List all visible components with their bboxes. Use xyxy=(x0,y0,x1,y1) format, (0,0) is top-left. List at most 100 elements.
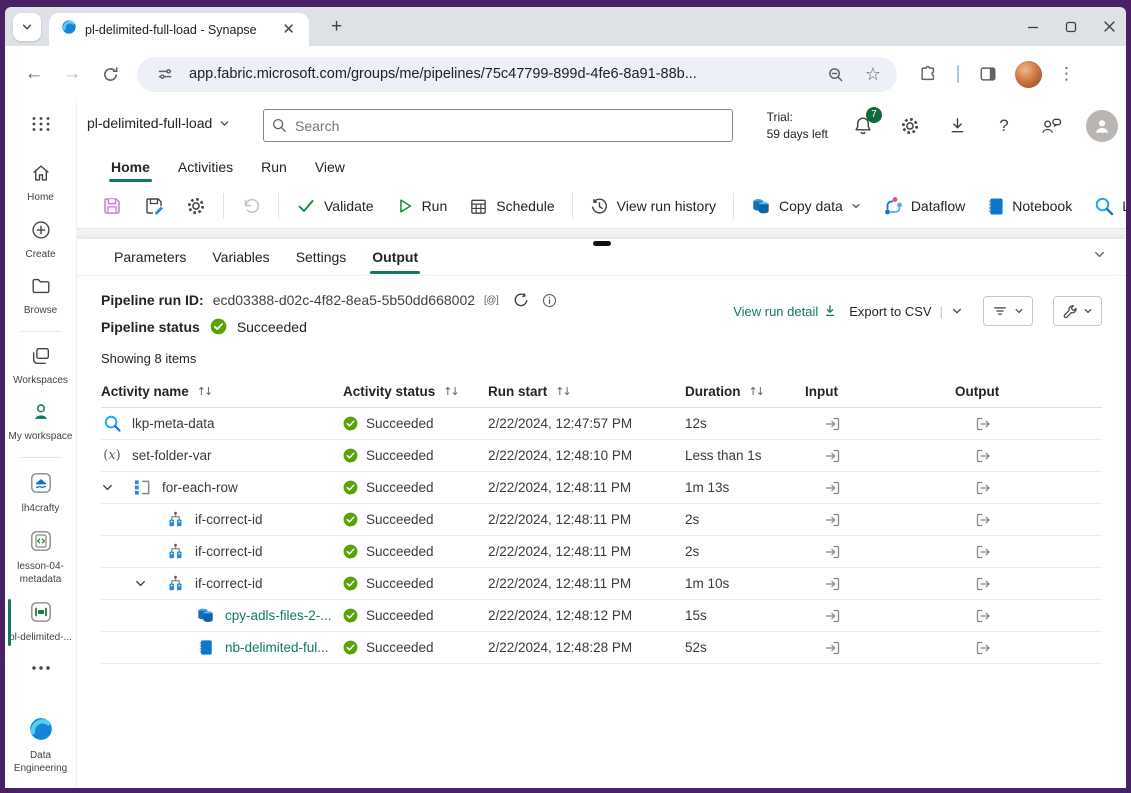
sidebar-item-lesson-04-metadata[interactable]: lesson-04-metadata xyxy=(7,522,75,593)
new-tab-button[interactable]: + xyxy=(323,16,350,38)
export-to-csv-link[interactable]: Export to CSV | xyxy=(849,304,963,319)
close-button[interactable] xyxy=(1103,20,1116,33)
run-button[interactable]: Run xyxy=(385,190,459,222)
feedback-icon[interactable] xyxy=(1039,114,1063,138)
browser-menu-icon[interactable]: ⋮ xyxy=(1052,64,1081,84)
input-icon[interactable] xyxy=(805,416,955,432)
ribbon-tab-activities[interactable]: Activities xyxy=(164,153,247,184)
panel-collapse-icon[interactable] xyxy=(1093,248,1106,266)
expand-chevron-icon[interactable] xyxy=(134,577,164,590)
global-search[interactable] xyxy=(263,109,733,142)
sidebar-item-browse[interactable]: Browse xyxy=(7,268,75,325)
browser-tab[interactable]: pl-delimited-full-load - Synapse ✕ xyxy=(49,13,309,46)
input-icon[interactable] xyxy=(805,480,955,496)
forward-icon[interactable]: → xyxy=(55,57,89,91)
activity-row-lkp-meta-data[interactable]: lkp-meta-dataSucceeded2/22/2024, 12:47:5… xyxy=(101,408,1102,440)
input-icon[interactable] xyxy=(805,640,955,656)
input-icon[interactable] xyxy=(805,448,955,464)
output-icon[interactable] xyxy=(955,608,1102,624)
sidebar-item-workspaces[interactable]: Workspaces xyxy=(7,338,75,395)
activity-row-set-folder-var[interactable]: (x)set-folder-varSucceeded2/22/2024, 12:… xyxy=(101,440,1102,472)
sidebar-item-more[interactable] xyxy=(7,652,75,684)
sidebar-item-data-engineering[interactable]: Data Engineering xyxy=(7,709,75,782)
tab-close-icon[interactable]: ✕ xyxy=(278,20,299,39)
output-icon[interactable] xyxy=(955,480,1102,496)
expand-chevron-icon[interactable] xyxy=(101,481,131,494)
nav-menu-icon[interactable] xyxy=(31,116,51,137)
browser-profile-avatar[interactable] xyxy=(1015,61,1042,88)
sidebar-item-pl-delimited[interactable]: pl-delimited-... xyxy=(7,593,75,652)
info-icon[interactable] xyxy=(542,293,557,308)
view-run-detail-link[interactable]: View run detail xyxy=(733,304,837,319)
column-header-run-start[interactable]: Run start↑↓ xyxy=(488,384,685,399)
input-icon[interactable] xyxy=(805,576,955,592)
tab-search-button[interactable] xyxy=(13,13,41,41)
panel-tab-parameters[interactable]: Parameters xyxy=(101,243,199,275)
ribbon-tab-view[interactable]: View xyxy=(301,153,359,184)
dataflow-button[interactable]: Dataflow xyxy=(872,190,976,222)
activity-row-if-correct-id[interactable]: if-correct-idSucceeded2/22/2024, 12:48:1… xyxy=(101,536,1102,568)
sort-icon[interactable]: ↑↓ xyxy=(197,385,211,398)
sidebar-item-home[interactable]: Home xyxy=(7,155,75,212)
filter-button[interactable] xyxy=(983,296,1033,326)
activity-row-nb-delimited-ful[interactable]: nb-delimited-ful...Succeeded2/22/2024, 1… xyxy=(101,632,1102,664)
column-header-duration[interactable]: Duration↑↓ xyxy=(685,384,805,399)
minimize-button[interactable] xyxy=(1027,21,1039,33)
save-button[interactable] xyxy=(91,190,133,222)
search-input[interactable] xyxy=(295,118,724,134)
column-header-activity-name[interactable]: Activity name↑↓ xyxy=(101,384,343,399)
sort-icon[interactable]: ↑↓ xyxy=(749,385,763,398)
notifications-bell-icon[interactable]: 7 xyxy=(851,114,875,138)
site-settings-icon[interactable] xyxy=(151,66,179,82)
output-icon[interactable] xyxy=(955,512,1102,528)
help-icon[interactable]: ? xyxy=(992,114,1016,138)
activity-row-if-correct-id[interactable]: if-correct-idSucceeded2/22/2024, 12:48:1… xyxy=(101,568,1102,600)
back-icon[interactable]: ← xyxy=(17,57,51,91)
schedule-button[interactable]: Schedule xyxy=(458,190,565,222)
output-icon[interactable] xyxy=(955,448,1102,464)
copy-data-button[interactable]: Copy data xyxy=(740,190,872,222)
input-icon[interactable] xyxy=(805,544,955,560)
view-run-history-button[interactable]: View run history xyxy=(579,190,727,222)
panel-tab-output[interactable]: Output xyxy=(359,243,431,275)
activity-name[interactable]: cpy-adls-files-2-... xyxy=(225,608,332,623)
column-header-activity-status[interactable]: Activity status↑↓ xyxy=(343,384,488,399)
activity-row-if-correct-id[interactable]: if-correct-idSucceeded2/22/2024, 12:48:1… xyxy=(101,504,1102,536)
lookup-button[interactable]: Look xyxy=(1083,190,1126,222)
extensions-icon[interactable] xyxy=(911,57,945,91)
refresh-icon[interactable] xyxy=(513,292,529,308)
pipeline-settings-button[interactable] xyxy=(175,190,217,222)
side-panel-icon[interactable] xyxy=(971,57,1005,91)
artifact-name-dropdown[interactable]: pl-delimited-full-load xyxy=(87,115,230,131)
sort-icon[interactable]: ↑↓ xyxy=(443,385,457,398)
activity-row-cpy-adls-files-2[interactable]: cpy-adls-files-2-...Succeeded2/22/2024, … xyxy=(101,600,1102,632)
tools-button[interactable] xyxy=(1053,296,1102,326)
sidebar-item-my-workspace[interactable]: My workspace xyxy=(7,394,75,451)
activity-row-for-each-row[interactable]: for-each-rowSucceeded2/22/2024, 12:48:11… xyxy=(101,472,1102,504)
save-as-button[interactable] xyxy=(133,190,175,222)
output-icon[interactable] xyxy=(955,640,1102,656)
undo-button[interactable] xyxy=(230,190,272,222)
panel-tab-variables[interactable]: Variables xyxy=(199,243,282,275)
download-icon[interactable] xyxy=(945,114,969,138)
account-avatar[interactable] xyxy=(1086,110,1118,142)
view-input-icon[interactable]: [@] xyxy=(484,295,498,306)
reload-icon[interactable] xyxy=(93,57,127,91)
sidebar-item-lh4crafty[interactable]: lh4crafty xyxy=(7,464,75,523)
validate-button[interactable]: Validate xyxy=(285,190,385,222)
sort-icon[interactable]: ↑↓ xyxy=(555,385,569,398)
notebook-button[interactable]: Notebook xyxy=(976,190,1083,222)
input-icon[interactable] xyxy=(805,608,955,624)
output-icon[interactable] xyxy=(955,416,1102,432)
output-icon[interactable] xyxy=(955,576,1102,592)
sidebar-item-create[interactable]: Create xyxy=(7,212,75,269)
address-bar[interactable]: app.fabric.microsoft.com/groups/me/pipel… xyxy=(137,57,897,92)
ribbon-tab-home[interactable]: Home xyxy=(97,153,164,184)
settings-gear-icon[interactable] xyxy=(898,114,922,138)
activity-name[interactable]: nb-delimited-ful... xyxy=(225,640,329,655)
output-icon[interactable] xyxy=(955,544,1102,560)
ribbon-tab-run[interactable]: Run xyxy=(247,153,301,184)
bookmark-star-icon[interactable]: ☆ xyxy=(859,64,887,85)
input-icon[interactable] xyxy=(805,512,955,528)
maximize-button[interactable] xyxy=(1065,21,1077,33)
